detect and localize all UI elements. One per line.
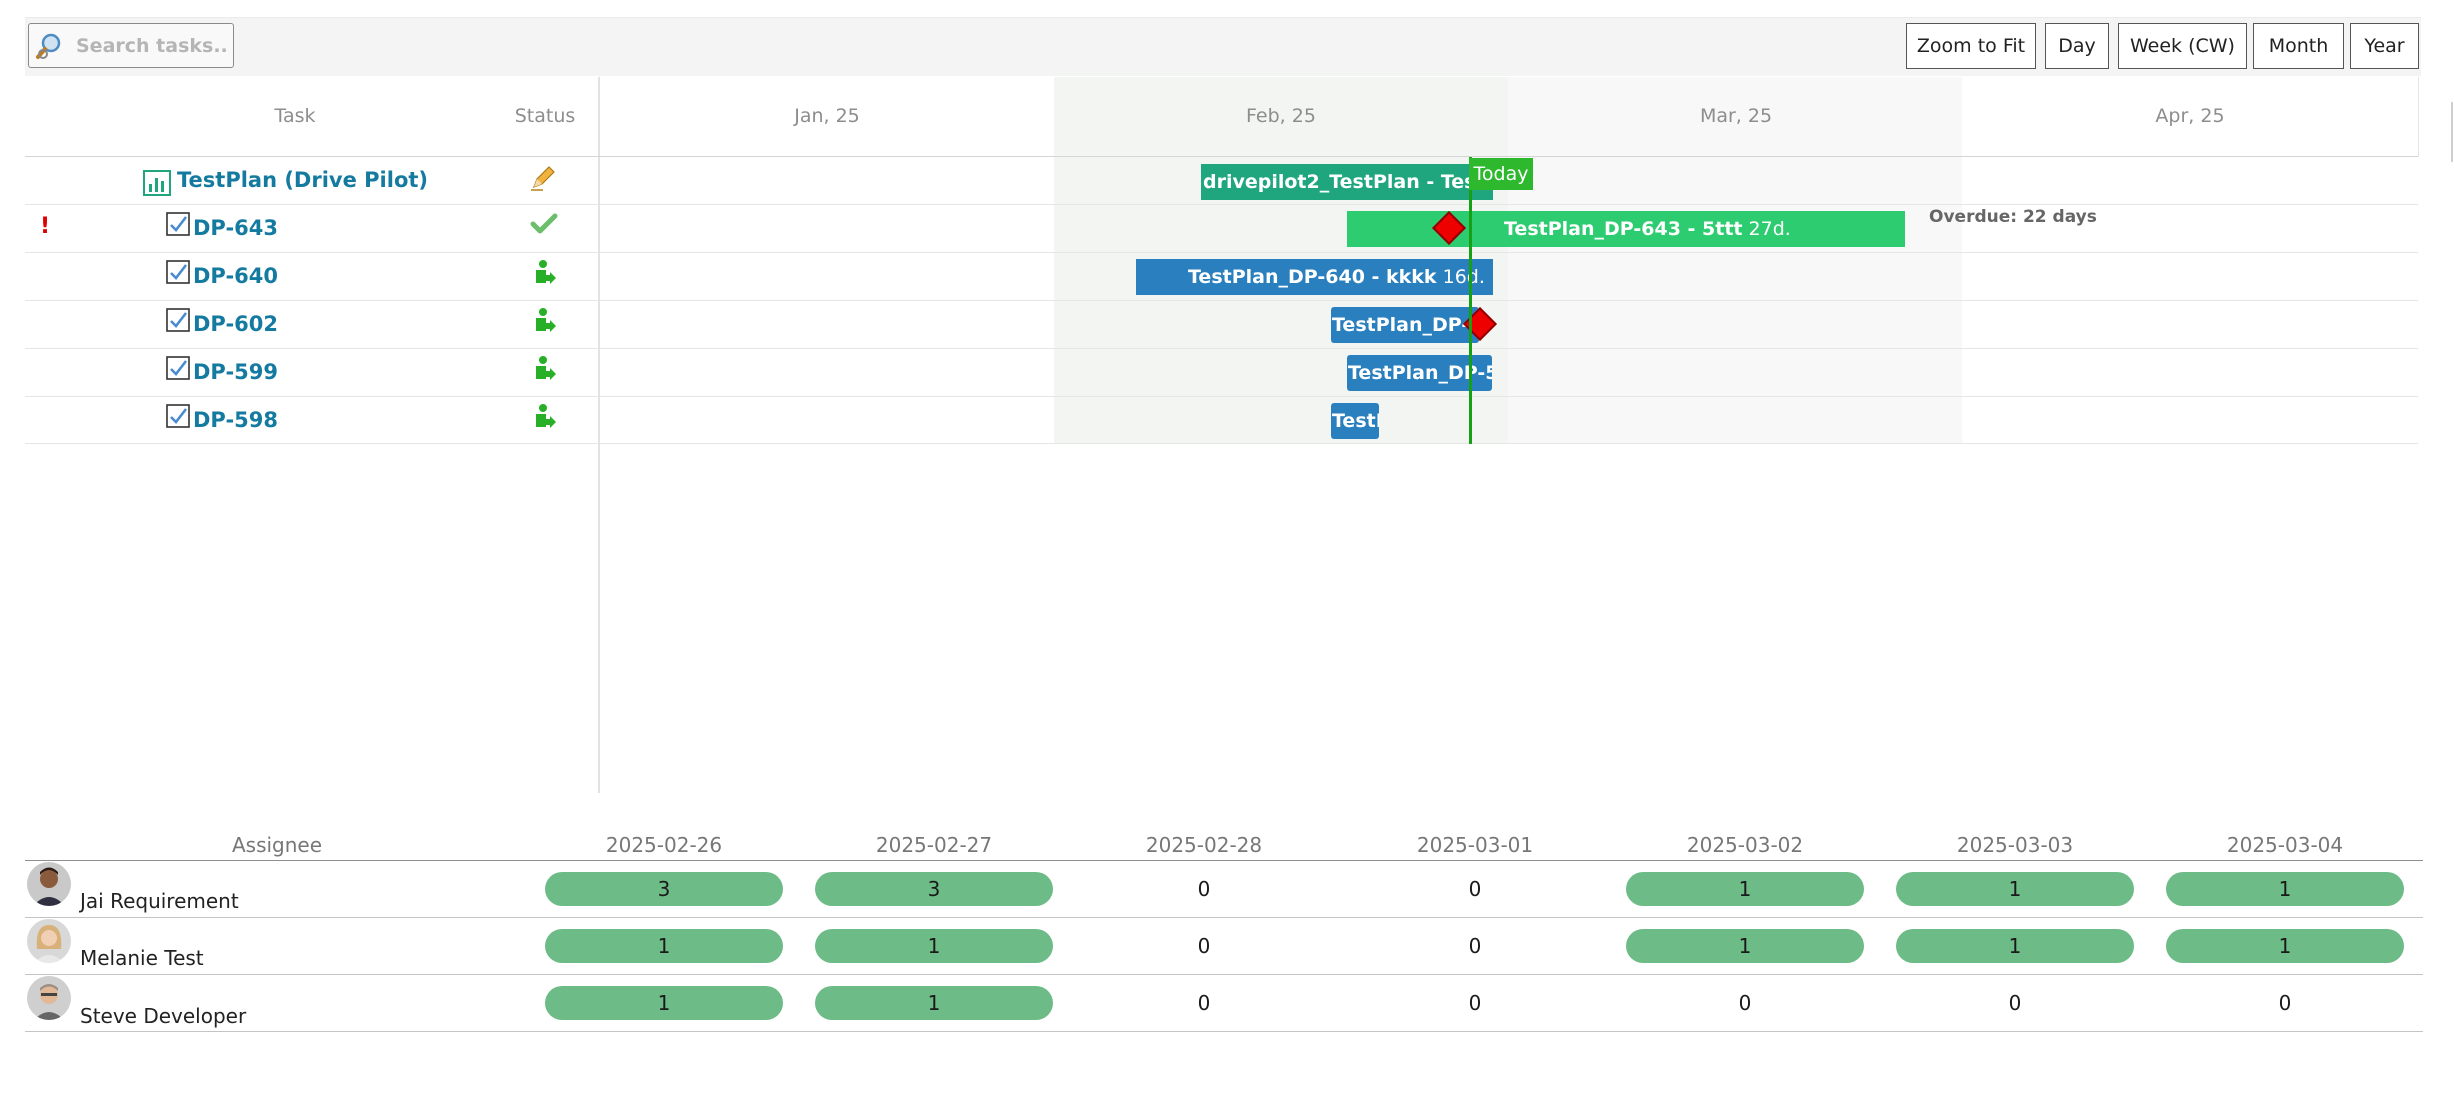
workload-cell: 1 — [2166, 929, 2404, 963]
workload-cell: 1 — [1626, 929, 1864, 963]
chart-icon — [143, 170, 171, 196]
task-checkbox-icon — [166, 260, 190, 284]
task-checkbox-icon — [166, 212, 190, 236]
arrow-person-icon — [536, 356, 556, 380]
date-header: 2025-03-01 — [1416, 833, 1534, 857]
search-box[interactable] — [28, 23, 234, 68]
gantt-bar-dp-640[interactable]: TestPlan_DP-640 - kkkk 16d. — [1136, 259, 1493, 295]
pencil-icon — [531, 166, 555, 191]
row-divider — [25, 917, 2423, 918]
task-column-header: Task — [274, 105, 316, 127]
row-divider — [25, 252, 2418, 253]
assignee-name: Jai Requirement — [80, 889, 239, 913]
workload-cell: 1 — [2166, 872, 2404, 906]
row-divider — [25, 974, 2423, 975]
vertical-scrollbar[interactable] — [2451, 102, 2453, 162]
month-button[interactable]: Month — [2253, 23, 2344, 69]
row-divider — [25, 300, 2418, 301]
gantt-bar-label: TestPlan_DP-640 - kkkk — [1188, 266, 1437, 288]
week-button[interactable]: Week (CW) — [2118, 23, 2247, 69]
row-divider — [25, 204, 2418, 205]
workload-cell: 1 — [1896, 872, 2134, 906]
row-divider — [25, 443, 2418, 444]
task-checkbox-icon — [166, 356, 190, 380]
workload-cell: 1 — [815, 929, 1053, 963]
date-header: 2025-03-03 — [1956, 833, 2074, 857]
search-input[interactable] — [76, 31, 226, 61]
year-button[interactable]: Year — [2350, 23, 2419, 69]
assignee-name: Melanie Test — [80, 946, 204, 970]
task-name-dp-602[interactable]: DP-602 — [193, 312, 278, 336]
month-header-mar: Mar, 25 — [1699, 105, 1773, 127]
month-header-jan: Jan, 25 — [794, 105, 860, 127]
gantt-bar-dp-602[interactable]: TestPlan_DP-602 — [1331, 307, 1479, 343]
task-name-dp-598[interactable]: DP-598 — [193, 408, 278, 432]
workload-cell: 1 — [545, 929, 783, 963]
header-bottom-line — [25, 156, 2418, 157]
assignee-name: Steve Developer — [80, 1004, 247, 1028]
gantt-bar-label: TestPlan_DP-602 — [1332, 314, 1479, 336]
date-header: 2025-02-28 — [1145, 833, 1263, 857]
today-marker-label: Today — [1469, 158, 1533, 190]
row-divider — [25, 1031, 2423, 1032]
grid-timeline-divider[interactable] — [598, 77, 600, 793]
avatar — [27, 919, 71, 963]
workload-cell: 1 — [1896, 929, 2134, 963]
arrow-person-icon — [536, 404, 556, 428]
avatar — [27, 862, 71, 906]
workload-cell: 0 — [1197, 877, 1211, 901]
assignee-column-header: Assignee — [231, 833, 323, 857]
date-header: 2025-02-27 — [875, 833, 993, 857]
workload-cell: 0 — [1468, 877, 1482, 901]
workload-cell: 0 — [1197, 934, 1211, 958]
date-header: 2025-03-04 — [2226, 833, 2344, 857]
gantt-bar-dp-643[interactable]: TestPlan_DP-643 - 5ttt 27d. — [1347, 211, 1905, 247]
zoom-to-fit-button[interactable]: Zoom to Fit — [1906, 23, 2036, 69]
avatar — [27, 976, 71, 1020]
workload-cell: 3 — [815, 872, 1053, 906]
task-name-dp-640[interactable]: DP-640 — [193, 264, 278, 288]
overdue-flag-icon: ! — [40, 214, 51, 239]
month-header-feb: Feb, 25 — [1246, 105, 1316, 127]
status-column-header: Status — [514, 105, 576, 127]
workload-cell: 3 — [545, 872, 783, 906]
row-divider — [25, 348, 2418, 349]
month-header-apr: Apr, 25 — [2155, 105, 2225, 127]
row-divider — [25, 396, 2418, 397]
workload-cell: 1 — [545, 986, 783, 1020]
workload-cell: 1 — [815, 986, 1053, 1020]
gantt-bar-duration: 27d. — [1748, 218, 1791, 240]
gantt-bar-dp-598[interactable]: TestPlan_DP-598 — [1331, 403, 1379, 439]
gantt-bar-label: TestPlan_DP-643 - 5ttt — [1504, 218, 1743, 240]
workload-cell: 0 — [1468, 934, 1482, 958]
day-button[interactable]: Day — [2045, 23, 2109, 69]
task-name-testplan[interactable]: TestPlan (Drive Pilot) — [177, 168, 428, 192]
workload-cell: 0 — [1197, 991, 1211, 1015]
workload-cell: 0 — [2008, 991, 2022, 1015]
header-right-border — [2418, 77, 2419, 157]
resource-header-line — [25, 860, 2423, 861]
checkmark-icon — [530, 213, 558, 234]
task-name-dp-599[interactable]: DP-599 — [193, 360, 278, 384]
workload-cell: 0 — [1738, 991, 1752, 1015]
task-checkbox-icon — [166, 404, 190, 428]
workload-cell: 0 — [2278, 991, 2292, 1015]
gantt-bar-label: TestPlan_DP-598 — [1332, 410, 1379, 432]
workload-cell: 1 — [1626, 872, 1864, 906]
today-line — [1469, 157, 1472, 444]
gantt-bar-testplan[interactable]: drivepilot2_TestPlan - TestPlan — [1201, 164, 1493, 200]
overdue-label: Overdue: 22 days — [1929, 207, 2097, 227]
workload-cell: 0 — [1468, 991, 1482, 1015]
task-name-dp-643[interactable]: DP-643 — [193, 216, 278, 240]
gantt-bar-duration: 16d. — [1442, 266, 1485, 288]
search-icon — [36, 33, 61, 59]
gantt-bar-label: drivepilot2_TestPlan - TestPlan — [1203, 171, 1493, 193]
task-checkbox-icon — [166, 308, 190, 332]
date-header: 2025-03-02 — [1686, 833, 1804, 857]
arrow-person-icon — [536, 260, 556, 284]
date-header: 2025-02-26 — [605, 833, 723, 857]
arrow-person-icon — [536, 308, 556, 332]
